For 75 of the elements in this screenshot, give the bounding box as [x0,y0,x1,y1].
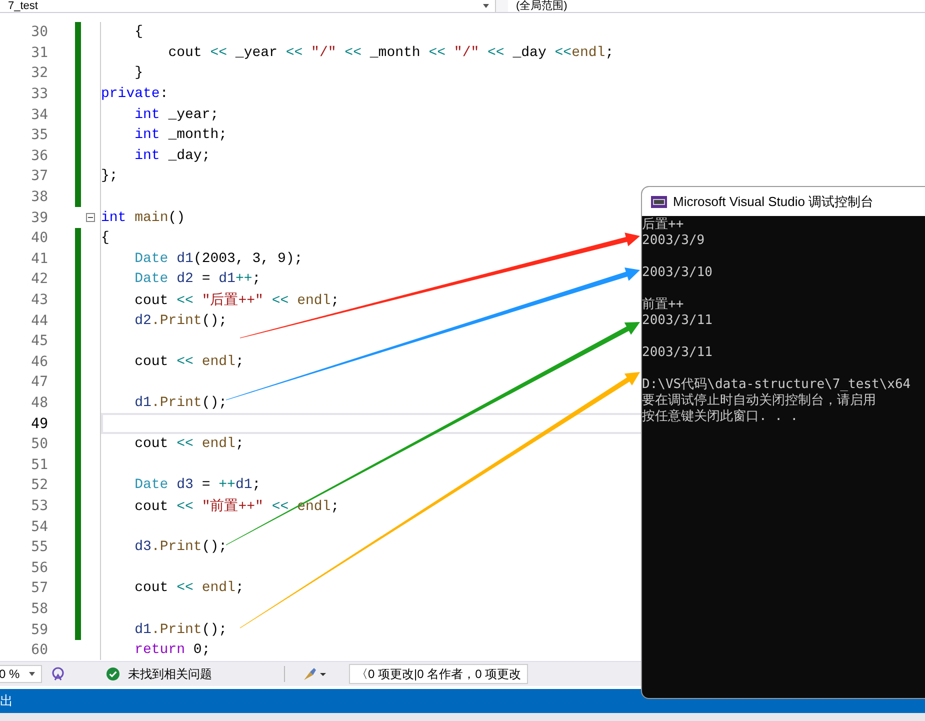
code-line: Date d2 = d1++; [134,271,261,288]
panel-title[interactable]: 出 [0,692,13,710]
console-output: 2003/3/10 [642,265,712,280]
line-number: 52 [30,477,48,494]
scope-dropdown[interactable]: (全局范围) [508,0,925,12]
line-number: 53 [30,498,48,514]
line-number: 32 [30,65,48,82]
line-number: 38 [30,189,48,206]
console-output: 要在调试停止时自动关闭控制台，请启用 [642,393,876,408]
line-number: 59 [30,622,48,638]
line-number: 42 [30,271,48,288]
console-output: 2003/3/11 [642,313,712,328]
window-title: Microsoft Visual Studio 调试控制台 [673,192,874,210]
line-number: 43 [30,292,48,308]
caret-icon [483,4,489,8]
code-line: { [134,24,144,40]
code-line: cout << endl; [134,436,244,452]
code-line: return 0; [134,642,210,658]
code-line: int main() [101,210,186,226]
console-output: 按任意键关闭此窗口. . . [642,409,798,424]
line-number: 58 [30,600,48,617]
line-number: 37 [30,168,48,184]
collapse-icon[interactable] [86,213,95,222]
line-number: 47 [30,374,48,390]
code-line: cout << endl; [134,354,244,370]
code-line: cout << endl; [134,580,244,596]
line-number: 46 [30,354,48,370]
code-line: private: [101,86,168,102]
code-line: d1.Print(); [134,622,228,638]
changes-field[interactable]: 〈0 项更改|0 名作者，0 项更改 [349,664,528,684]
line-number: 40 [30,230,48,246]
code-line: d2.Print(); [134,312,228,329]
line-number: 39 [30,210,48,226]
code-line: Date d1(2003, 3, 9); [134,250,303,267]
line-number: 44 [30,312,48,329]
line-number: 36 [30,148,48,164]
line-number: 33 [30,86,48,102]
issues-status[interactable]: 未找到相关问题 [128,666,212,682]
line-number: 54 [30,518,48,535]
console-output: 2003/3/9 [642,233,705,248]
line-number: 49 [30,416,48,432]
line-number: 51 [30,456,48,473]
code-line: } [134,65,144,82]
project-dropdown[interactable]: 7_test [0,0,496,12]
code-line: cout << _year << "/" << _month << "/" << _day <<endl; [167,44,614,61]
code-line: d1.Print(); [134,394,228,411]
check-icon [106,667,120,681]
line-number: 48 [30,394,48,411]
console-output: 前置++ [642,297,684,312]
line-number: 35 [30,127,48,144]
code-line: int _day; [134,148,210,164]
code-line: { [101,230,110,246]
line-number: 30 [30,24,48,40]
live-share-icon[interactable] [50,666,66,682]
code-line: int _year; [134,106,219,123]
console-output: 2003/3/11 [642,345,712,360]
line-number: 45 [30,333,48,350]
code-line: d3.Print(); [134,539,228,556]
line-number: 55 [30,539,48,556]
code-line: cout << "后置++" << endl; [134,292,340,310]
line-number: 60 [30,642,48,658]
line-number: 34 [30,106,48,123]
brush-icon[interactable] [301,666,327,682]
line-number: 56 [30,560,48,576]
line-number: 50 [30,436,48,452]
code-line: cout << "前置++" << endl; [134,498,340,515]
line-number: 57 [30,580,48,596]
console-icon [651,196,667,208]
code-line: Date d3 = ++d1; [134,477,261,494]
console-output: D:\VS代码\data-structure\7_test\x64 [642,377,911,392]
line-number: 41 [30,250,48,267]
console-output: 后置++ [642,217,684,232]
code-line: int _month; [134,127,228,144]
line-number: 31 [30,44,48,61]
code-line: }; [101,168,118,184]
